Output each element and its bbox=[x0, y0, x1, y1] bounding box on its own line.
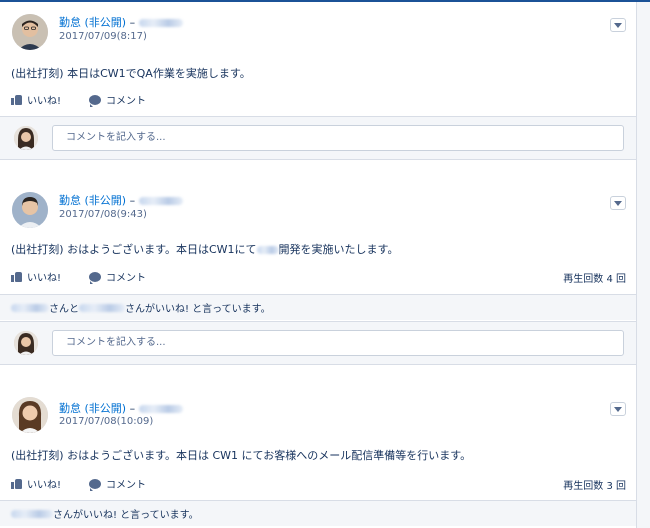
avatar[interactable] bbox=[12, 192, 48, 228]
post-body: (出社打刻) おはようございます。本日は CW1 にてお客様へのメール配信準備等… bbox=[11, 449, 472, 462]
author-link[interactable]: 勤怠 (非公開) bbox=[59, 16, 126, 29]
redacted-project-name bbox=[256, 246, 279, 254]
comment-label: コメント bbox=[106, 480, 147, 491]
comment-button[interactable]: コメント bbox=[89, 92, 146, 107]
like-label: いいね! bbox=[27, 480, 62, 491]
comment-button[interactable]: コメント bbox=[89, 269, 146, 284]
post-actions: いいね! コメント bbox=[11, 476, 174, 491]
likes-conjunction: さんと bbox=[49, 304, 79, 315]
comment-composer: コメントを記入する... bbox=[0, 116, 636, 160]
post-menu-button[interactable] bbox=[610, 402, 626, 416]
redacted-user-name[interactable] bbox=[11, 303, 49, 312]
chevron-down-icon bbox=[614, 406, 622, 412]
author-line: 勤怠 (非公開) – bbox=[59, 14, 183, 30]
like-icon bbox=[11, 478, 22, 489]
author-separator: – bbox=[129, 194, 136, 207]
view-count: 再生回数 3 回 bbox=[563, 481, 626, 492]
likes-text: さんがいいね! と言っています。 bbox=[53, 510, 199, 521]
redacted-group-name bbox=[138, 197, 183, 205]
post-actions: いいね! コメント bbox=[11, 92, 174, 107]
comment-composer: コメントを記入する... bbox=[0, 321, 636, 365]
post-menu-button[interactable] bbox=[610, 18, 626, 32]
likes-summary: さんと さんがいいね! と言っています。 bbox=[0, 294, 636, 320]
post-body: (出社打刻) おはようございます。本日はCW1にて 開発を実施いたします。 bbox=[11, 241, 398, 257]
like-icon bbox=[11, 94, 22, 105]
comment-icon bbox=[89, 94, 102, 107]
chevron-down-icon bbox=[614, 22, 622, 28]
comment-button[interactable]: コメント bbox=[89, 476, 146, 491]
post-menu-button[interactable] bbox=[610, 196, 626, 210]
redacted-group-name bbox=[138, 19, 183, 27]
comment-icon bbox=[89, 478, 102, 491]
comment-input[interactable]: コメントを記入する... bbox=[52, 330, 624, 356]
avatar bbox=[14, 126, 38, 150]
comment-label: コメント bbox=[106, 273, 147, 284]
author-separator: – bbox=[129, 16, 136, 29]
view-count: 再生回数 4 回 bbox=[563, 274, 626, 285]
post-timestamp[interactable]: 2017/07/09(8:17) bbox=[59, 31, 147, 42]
author-line: 勤怠 (非公開) – bbox=[59, 192, 183, 208]
post-actions: いいね! コメント bbox=[11, 269, 174, 284]
like-icon bbox=[11, 271, 22, 282]
redacted-group-name bbox=[138, 405, 183, 413]
chatter-feed: 勤怠 (非公開) – 2017/07/09(8:17) (出社打刻) 本日はCW… bbox=[0, 2, 637, 528]
comment-input[interactable]: コメントを記入する... bbox=[52, 125, 624, 151]
like-label: いいね! bbox=[27, 96, 62, 107]
like-button[interactable]: いいね! bbox=[11, 269, 61, 284]
avatar[interactable] bbox=[12, 397, 48, 433]
author-link[interactable]: 勤怠 (非公開) bbox=[59, 402, 126, 415]
likes-summary: さんがいいね! と言っています。 bbox=[0, 500, 636, 526]
comment-label: コメント bbox=[106, 96, 147, 107]
avatar[interactable] bbox=[12, 14, 48, 50]
redacted-user-name[interactable] bbox=[11, 509, 53, 518]
comment-icon bbox=[89, 271, 102, 284]
avatar bbox=[14, 331, 38, 355]
post-body-start: (出社打刻) おはようございます。本日はCW1にて bbox=[11, 243, 257, 256]
likes-text: さんがいいね! と言っています。 bbox=[125, 304, 271, 315]
chevron-down-icon bbox=[614, 200, 622, 206]
like-button[interactable]: いいね! bbox=[11, 476, 61, 491]
author-separator: – bbox=[129, 402, 136, 415]
redacted-user-name[interactable] bbox=[79, 303, 125, 312]
author-line: 勤怠 (非公開) – bbox=[59, 400, 183, 416]
like-label: いいね! bbox=[27, 273, 62, 284]
post-timestamp[interactable]: 2017/07/08(9:43) bbox=[59, 209, 147, 220]
post-timestamp[interactable]: 2017/07/08(10:09) bbox=[59, 416, 153, 427]
post-body-end: 開発を実施いたします。 bbox=[278, 243, 399, 256]
post-body: (出社打刻) 本日はCW1でQA作業を実施します。 bbox=[11, 67, 251, 80]
author-link[interactable]: 勤怠 (非公開) bbox=[59, 194, 126, 207]
like-button[interactable]: いいね! bbox=[11, 92, 61, 107]
